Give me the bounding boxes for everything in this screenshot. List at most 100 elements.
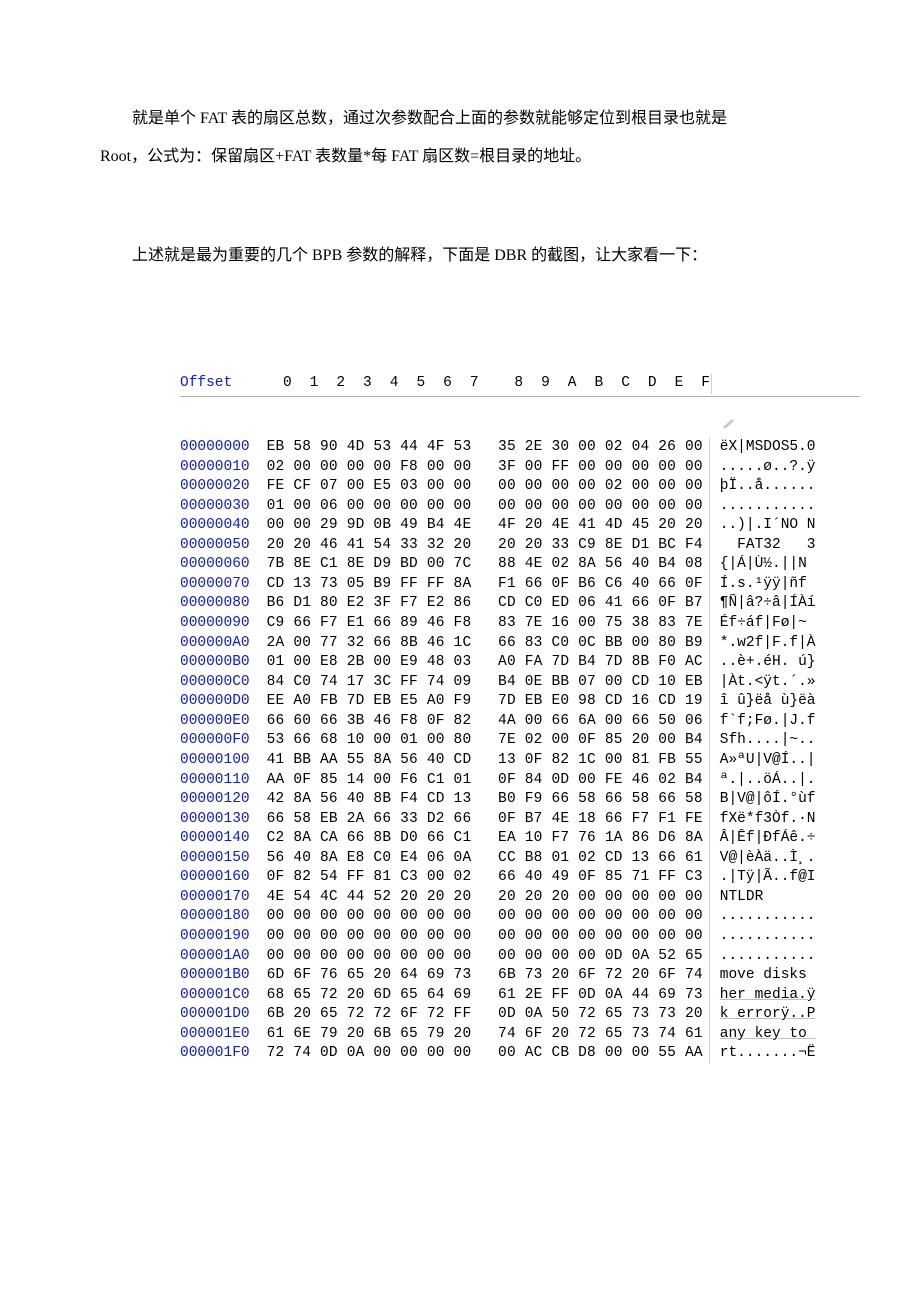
hex-row: 000000F053 66 68 10 00 01 00 80 7E 02 00…	[180, 731, 860, 751]
hex-row: 0000003001 00 06 00 00 00 00 00 00 00 00…	[180, 497, 860, 517]
offset-cell: 00000080	[180, 594, 267, 614]
offset-cell: 00000050	[180, 536, 267, 556]
offset-cell: 000001D0	[180, 1005, 267, 1025]
offset-cell: 000000A0	[180, 634, 267, 654]
hex-bytes: 6D 6F 76 65 20 64 69 73 6B 73 20 6F 72 2…	[267, 966, 703, 986]
hex-row: 000001D06B 20 65 72 72 6F 72 FF 0D 0A 50…	[180, 1005, 860, 1025]
hex-row: 00000110AA 0F 85 14 00 F6 C1 01 0F 84 0D…	[180, 771, 860, 791]
hex-row: 0000012042 8A 56 40 8B F4 CD 13 B0 F9 66…	[180, 790, 860, 810]
header-ascii-area	[711, 374, 860, 394]
paragraph-1: 就是单个 FAT 表的扇区总数，通过次参数配合上面的参数就能够定位到根目录也就是…	[100, 100, 860, 177]
hex-row: 000001704E 54 4C 44 52 20 20 20 20 20 20…	[180, 888, 860, 908]
hex-bytes: 41 BB AA 55 8A 56 40 CD 13 0F 82 1C 00 8…	[267, 751, 703, 771]
hex-bytes: B6 D1 80 E2 3F F7 E2 86 CD C0 ED 06 41 6…	[267, 594, 703, 614]
offset-cell: 00000160	[180, 868, 267, 888]
offset-cell: 000001F0	[180, 1044, 267, 1064]
ascii-cell: f`f;Fø.|J.f	[709, 712, 860, 732]
offset-cell: 00000000	[180, 438, 267, 458]
offset-cell: 000000D0	[180, 692, 267, 712]
ascii-cell: ..)|.I´NO N	[709, 516, 860, 536]
hex-bytes: C9 66 F7 E1 66 89 46 F8 83 7E 16 00 75 3…	[267, 614, 703, 634]
offset-cell: 000001B0	[180, 966, 267, 986]
offset-cell: 00000170	[180, 888, 267, 908]
ascii-cell: ...........	[709, 927, 860, 947]
offset-cell: 000000E0	[180, 712, 267, 732]
hex-row: 00000090C9 66 F7 E1 66 89 46 F8 83 7E 16…	[180, 614, 860, 634]
offset-cell: 00000150	[180, 849, 267, 869]
hex-bytes: 01 00 E8 2B 00 E9 48 03 A0 FA 7D B4 7D 8…	[267, 653, 703, 673]
ascii-cell: {|Á|Ù½.||N	[709, 555, 860, 575]
hex-row: 0000005020 20 46 41 54 33 32 20 20 20 33…	[180, 536, 860, 556]
ascii-cell: move disks	[709, 966, 860, 986]
ascii-cell: ëX|MSDOS5.0	[709, 438, 860, 458]
ascii-cell: rt.......¬Ë	[709, 1044, 860, 1064]
paragraph-1b: Root，公式为：保留扇区+FAT 表数量*每 FAT 扇区数=根目录的地址。	[100, 138, 860, 176]
ascii-cell: k errorÿ..P	[709, 1005, 860, 1025]
ascii-cell: B|V@|ôÍ.°ùf	[709, 790, 860, 810]
ascii-cell: fXë*f3Òf.·N	[709, 810, 860, 830]
hex-row: 000000E066 60 66 3B 46 F8 0F 82 4A 00 66…	[180, 712, 860, 732]
hex-bytes: 61 6E 79 20 6B 65 79 20 74 6F 20 72 65 7…	[267, 1025, 703, 1045]
hex-row: 0000015056 40 8A E8 C0 E4 06 0A CC B8 01…	[180, 849, 860, 869]
header-hex-cols: 0 1 2 3 4 5 6 7 8 9 A B C D E F	[265, 374, 705, 394]
ascii-cell: .|Tÿ|Ã..f@I	[709, 868, 860, 888]
offset-cell: 00000190	[180, 927, 267, 947]
hex-bytes: 02 00 00 00 00 F8 00 00 3F 00 FF 00 00 0…	[267, 458, 703, 478]
hex-bytes: 00 00 00 00 00 00 00 00 00 00 00 00 00 0…	[267, 927, 703, 947]
offset-cell: 000000B0	[180, 653, 267, 673]
hex-bytes: 53 66 68 10 00 01 00 80 7E 02 00 0F 85 2…	[267, 731, 703, 751]
offset-cell: 00000180	[180, 907, 267, 927]
hex-header-row: Offset 0 1 2 3 4 5 6 7 8 9 A B C D E F	[180, 374, 860, 397]
hex-bytes: 01 00 06 00 00 00 00 00 00 00 00 00 00 0…	[267, 497, 703, 517]
ascii-cell: ª.|..öÁ..|.	[709, 771, 860, 791]
hex-row: 000000B001 00 E8 2B 00 E9 48 03 A0 FA 7D…	[180, 653, 860, 673]
hex-bytes: 6B 20 65 72 72 6F 72 FF 0D 0A 50 72 65 7…	[267, 1005, 703, 1025]
ascii-cell: Â|Êf|ÐfÁê.÷	[709, 829, 860, 849]
hex-bytes: EB 58 90 4D 53 44 4F 53 35 2E 30 00 02 0…	[267, 438, 703, 458]
hex-row: 0000001002 00 00 00 00 F8 00 00 3F 00 FF…	[180, 458, 860, 478]
hex-bytes: 00 00 00 00 00 00 00 00 00 00 00 00 0D 0…	[267, 947, 703, 967]
ascii-cell: ¶Ñ|â?÷â|ÍÀí	[709, 594, 860, 614]
hex-row: 00000070CD 13 73 05 B9 FF FF 8A F1 66 0F…	[180, 575, 860, 595]
hex-bytes: 00 00 00 00 00 00 00 00 00 00 00 00 00 0…	[267, 907, 703, 927]
offset-cell: 00000140	[180, 829, 267, 849]
hex-row: 0000013066 58 EB 2A 66 33 D2 66 0F B7 4E…	[180, 810, 860, 830]
offset-cell: 000001C0	[180, 986, 267, 1006]
hex-bytes: C2 8A CA 66 8B D0 66 C1 EA 10 F7 76 1A 8…	[267, 829, 703, 849]
ascii-cell: her media.ÿ	[709, 986, 860, 1006]
header-offset-label: Offset	[180, 374, 265, 394]
ascii-cell: ...........	[709, 947, 860, 967]
ascii-cell: þÏ..å......	[709, 477, 860, 497]
hex-row: 000001C068 65 72 20 6D 65 64 69 61 2E FF…	[180, 986, 860, 1006]
ascii-cell: ...........	[709, 497, 860, 517]
hex-row: 000001600F 82 54 FF 81 C3 00 02 66 40 49…	[180, 868, 860, 888]
ascii-cell: V@|èÀä..Ì¸.	[709, 849, 860, 869]
hex-bytes: 68 65 72 20 6D 65 64 69 61 2E FF 0D 0A 4…	[267, 986, 703, 1006]
hex-row: 0000018000 00 00 00 00 00 00 00 00 00 00…	[180, 907, 860, 927]
hex-bytes: 00 00 29 9D 0B 49 B4 4E 4F 20 4E 41 4D 4…	[267, 516, 703, 536]
ascii-cell: ...........	[709, 907, 860, 927]
hex-row: 0000019000 00 00 00 00 00 00 00 00 00 00…	[180, 927, 860, 947]
hex-row: 00000000EB 58 90 4D 53 44 4F 53 35 2E 30…	[180, 438, 860, 458]
hex-bytes: EE A0 FB 7D EB E5 A0 F9 7D EB E0 98 CD 1…	[267, 692, 703, 712]
ascii-cell: |Àt.<ÿt.´.»	[709, 673, 860, 693]
hex-bytes: 2A 00 77 32 66 8B 46 1C 66 83 C0 0C BB 0…	[267, 634, 703, 654]
hex-bytes: 20 20 46 41 54 33 32 20 20 20 33 C9 8E D…	[267, 536, 703, 556]
offset-cell: 00000060	[180, 555, 267, 575]
ascii-cell: .....ø..?.ÿ	[709, 458, 860, 478]
offset-cell: 00000030	[180, 497, 267, 517]
hex-row: 000000607B 8E C1 8E D9 BD 00 7C 88 4E 02…	[180, 555, 860, 575]
offset-cell: 00000070	[180, 575, 267, 595]
paragraph-2: 上述就是最为重要的几个 BPB 参数的解释，下面是 DBR 的截图，让大家看一下…	[100, 237, 860, 275]
pencil-icon	[722, 379, 736, 389]
offset-cell: 00000120	[180, 790, 267, 810]
hex-row: 000000D0EE A0 FB 7D EB E5 A0 F9 7D EB E0…	[180, 692, 860, 712]
hex-row: 000000C084 C0 74 17 3C FF 74 09 B4 0E BB…	[180, 673, 860, 693]
hex-row: 000001E061 6E 79 20 6B 65 79 20 74 6F 20…	[180, 1025, 860, 1045]
ascii-cell: Éf÷áf|Fø|~	[709, 614, 860, 634]
hex-row: 0000010041 BB AA 55 8A 56 40 CD 13 0F 82…	[180, 751, 860, 771]
ascii-cell: *.w2f|F.f|À	[709, 634, 860, 654]
hex-bytes: 42 8A 56 40 8B F4 CD 13 B0 F9 66 58 66 5…	[267, 790, 703, 810]
ascii-cell: ..è+.éH. ú}	[709, 653, 860, 673]
hex-bytes: 66 60 66 3B 46 F8 0F 82 4A 00 66 6A 00 6…	[267, 712, 703, 732]
